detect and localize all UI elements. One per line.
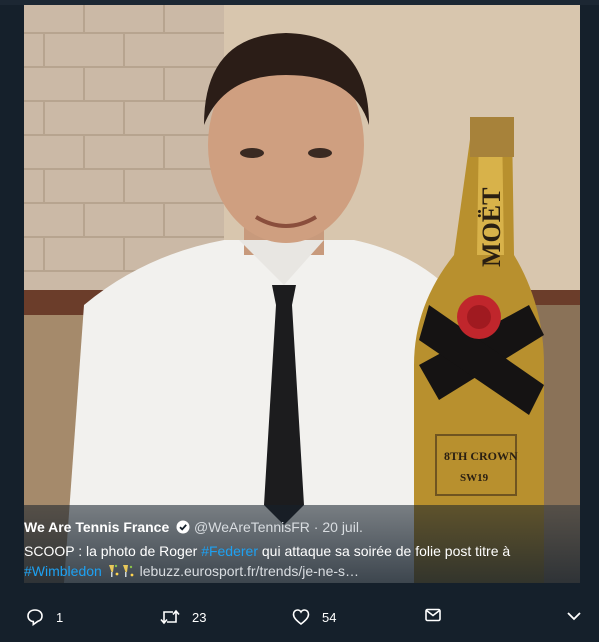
separator-dot: · xyxy=(313,519,319,535)
retweet-icon xyxy=(160,609,180,625)
bottle-brand-text: MOËT xyxy=(477,188,506,267)
reply-icon xyxy=(27,609,43,626)
champagne-emoji-icon xyxy=(108,564,134,577)
tweet-photo[interactable]: MOËT 8TH CROWN SW19 xyxy=(24,5,580,583)
tweet-date[interactable]: 20 juil. xyxy=(322,519,362,535)
envelope-icon xyxy=(425,608,441,622)
bottle-label-line2: SW19 xyxy=(460,472,489,484)
like-button[interactable]: 54 xyxy=(292,606,336,628)
more-options-button[interactable] xyxy=(566,608,582,629)
author-name[interactable]: We Are Tennis France xyxy=(24,519,169,535)
chevron-down-icon xyxy=(567,612,581,621)
photo-illustration: MOËT 8TH CROWN SW19 xyxy=(24,5,580,583)
tweet-text-part2: qui attaque sa soirée de folie post titr… xyxy=(258,543,511,559)
like-count: 54 xyxy=(322,609,337,625)
retweet-button[interactable]: 23 xyxy=(160,606,206,628)
reply-count: 1 xyxy=(56,609,64,625)
tweet-text: SCOOP : la photo de Roger #Federer qui a… xyxy=(24,541,580,581)
hashtag-wimbledon[interactable]: #Wimbledon xyxy=(24,563,102,579)
hashtag-federer[interactable]: #Federer xyxy=(201,543,258,559)
retweet-count: 23 xyxy=(192,609,207,625)
author-handle[interactable]: @WeAreTennisFR xyxy=(194,519,310,535)
verified-badge-icon xyxy=(176,520,190,534)
tweet-card: MOËT 8TH CROWN SW19 We Are Tennis France… xyxy=(0,0,599,642)
reply-button[interactable]: 1 xyxy=(26,606,63,628)
direct-message-button[interactable] xyxy=(424,606,442,629)
tweet-header: We Are Tennis France @WeAreTennisFR · 20… xyxy=(24,518,584,536)
tweet-link[interactable]: lebuzz.eurosport.fr/trends/je-ne-s… xyxy=(140,563,359,579)
tweet-text-part1: SCOOP : la photo de Roger xyxy=(24,543,202,559)
tweet-actions: 1 23 54 xyxy=(0,598,599,638)
heart-icon xyxy=(292,609,310,626)
bottle-label-line1: 8TH CROWN xyxy=(444,449,518,463)
